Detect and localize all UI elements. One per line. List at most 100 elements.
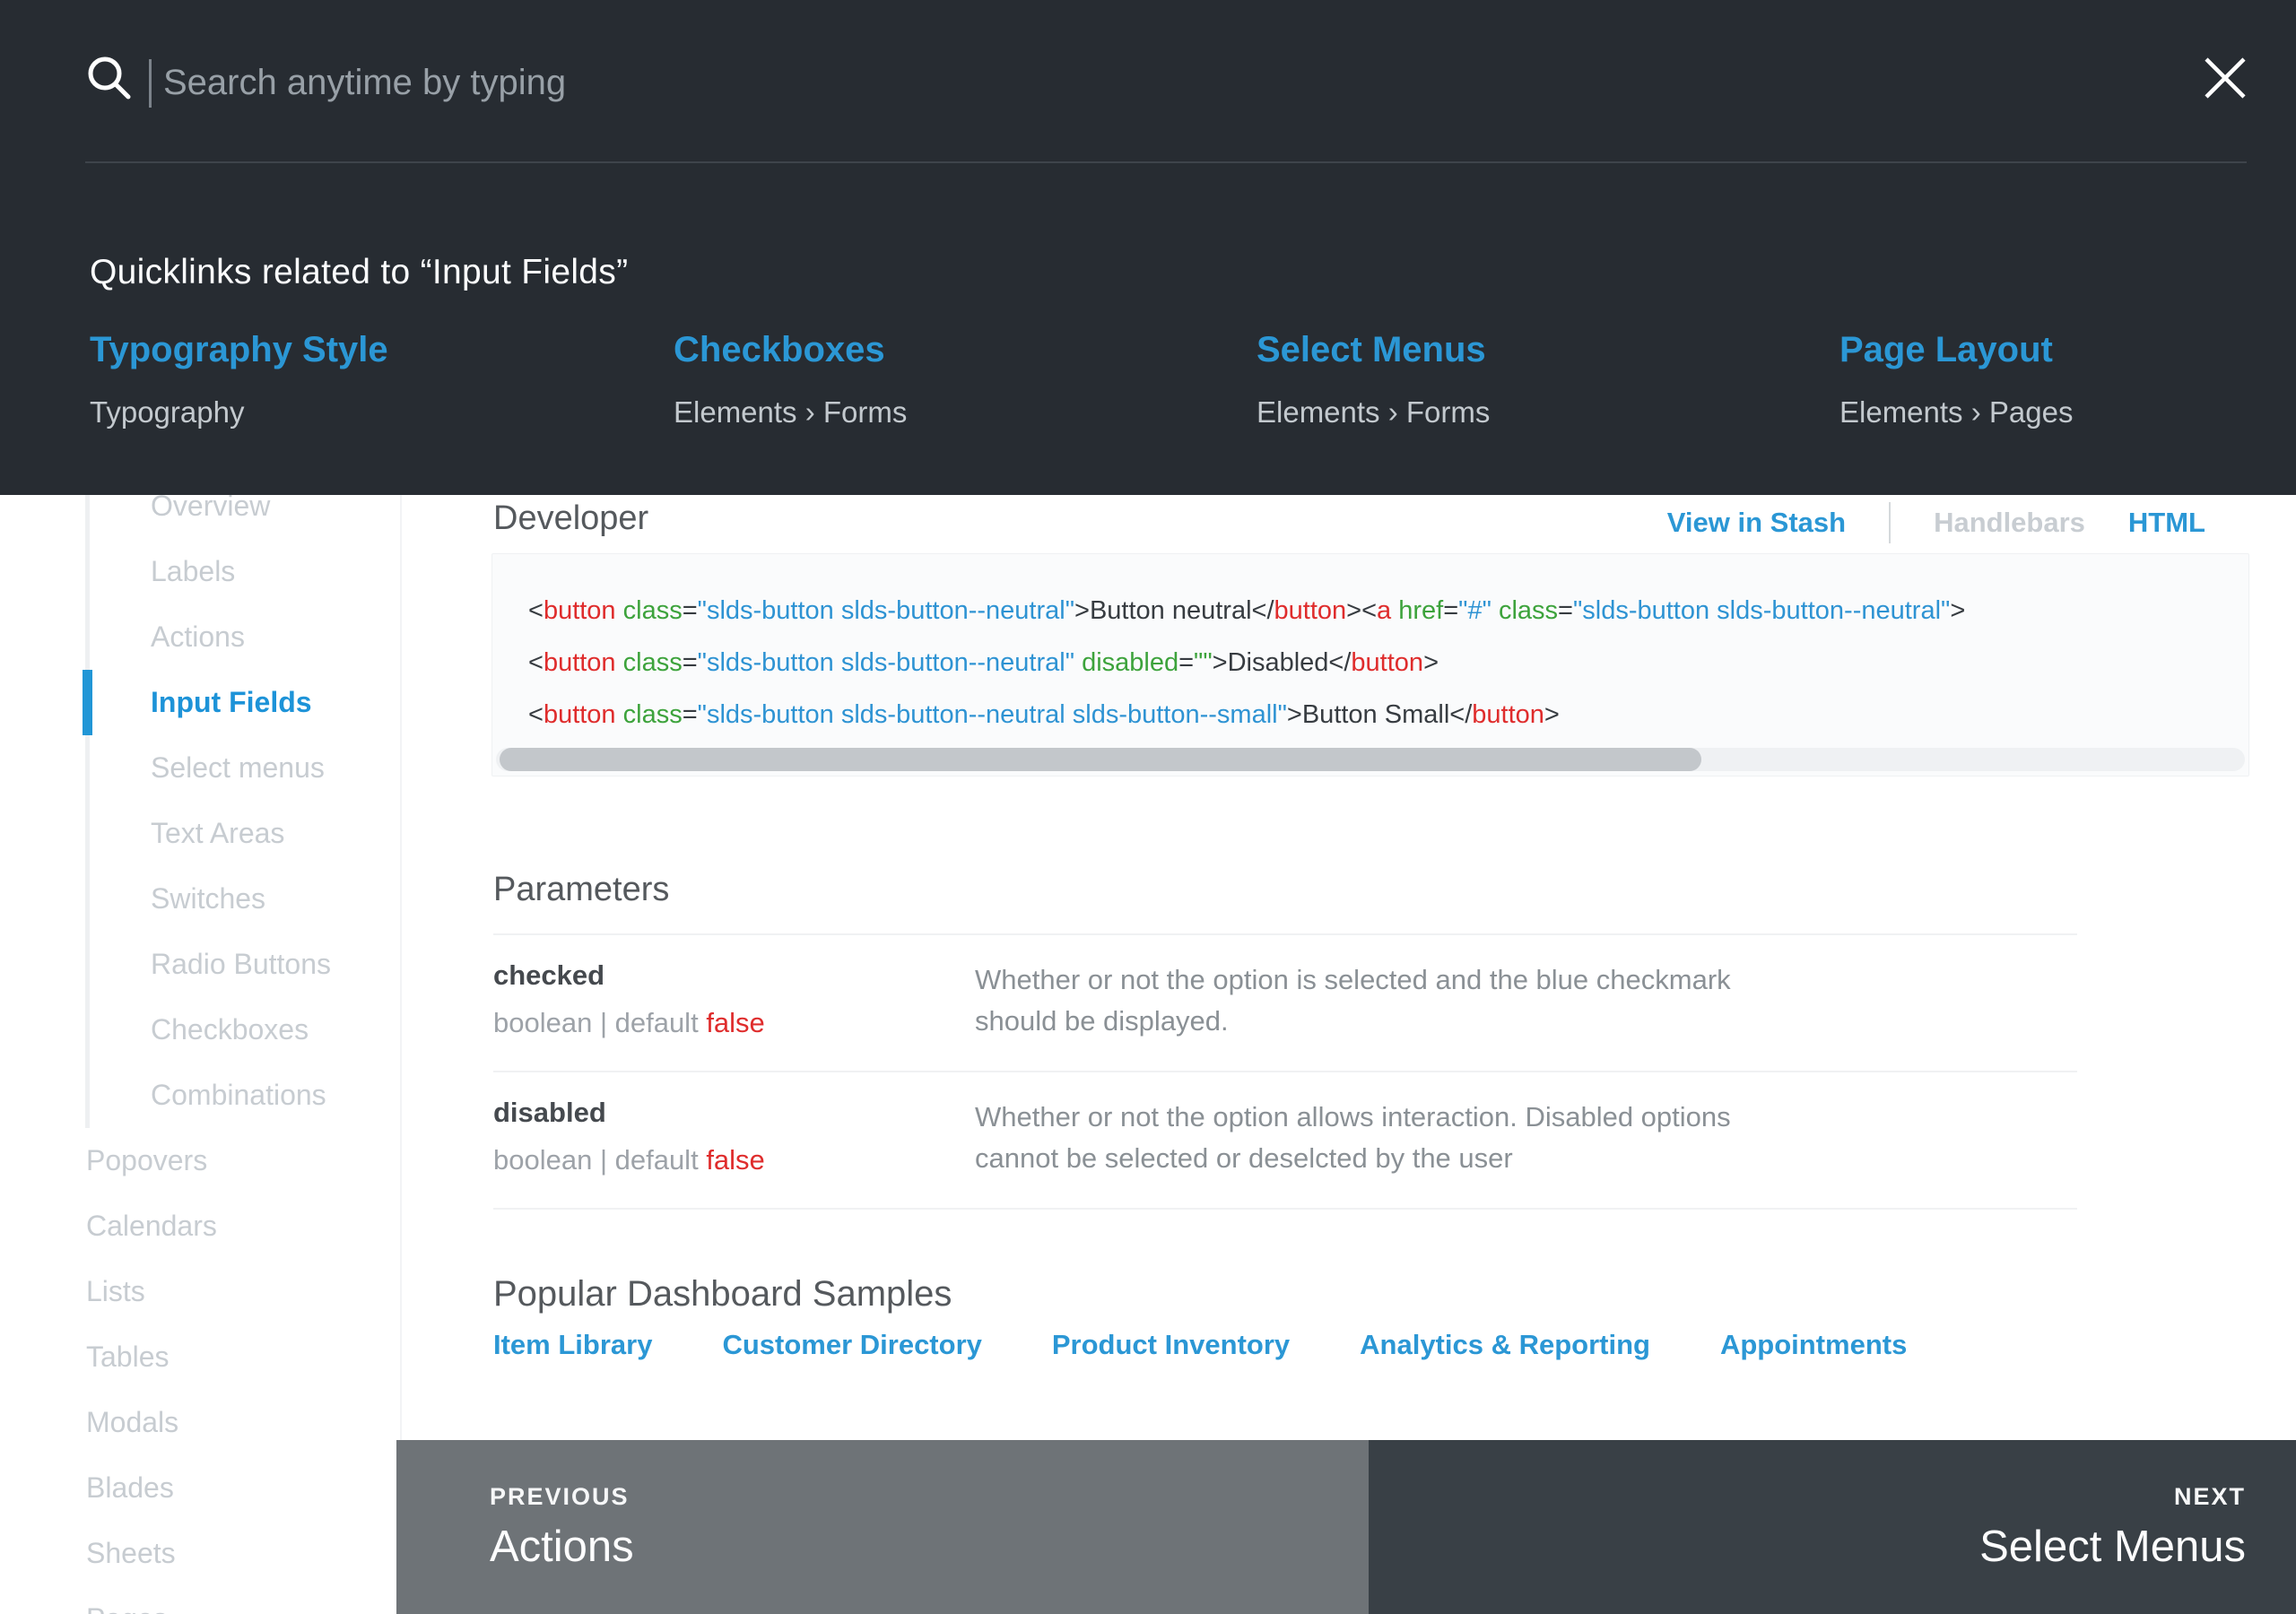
tab-html[interactable]: HTML <box>2128 507 2205 539</box>
code-token: button <box>1472 700 1544 729</box>
quicklink-title[interactable]: Page Layout <box>1839 330 2073 370</box>
code-token: href <box>1398 596 1444 625</box>
quicklink-item[interactable]: Typography Style Typography <box>90 330 388 430</box>
code-token: > <box>1212 648 1228 677</box>
developer-heading: Developer <box>493 499 649 537</box>
code-token: < <box>528 700 544 729</box>
code-token: </ <box>1328 648 1352 677</box>
code-token: < <box>528 596 544 625</box>
code-token: = <box>682 700 698 729</box>
code-scrollbar-thumb[interactable] <box>500 748 1701 771</box>
sidebar-item-pages[interactable]: Pages <box>0 1586 400 1614</box>
code-token: >< <box>1346 596 1378 625</box>
tab-divider <box>1889 502 1892 543</box>
sidebar-item-select-menus[interactable]: Select menus <box>0 735 400 801</box>
sidebar-item-popovers[interactable]: Popovers <box>0 1128 400 1193</box>
code-token: "#" <box>1458 596 1492 625</box>
code-token: > <box>1074 596 1090 625</box>
sidebar-item-actions[interactable]: Actions <box>0 604 400 670</box>
code-token: </ <box>1449 700 1473 729</box>
sample-links: Item Library Customer Directory Product In… <box>493 1329 1907 1361</box>
tab-handlebars[interactable]: Handlebars <box>1934 507 2085 539</box>
code-token: "" <box>1194 648 1213 677</box>
code-token: class <box>622 648 683 677</box>
code-token: button <box>543 596 616 625</box>
quicklink-path: Elements › Forms <box>1257 395 1491 429</box>
code-line: <button class="slds-button slds-button--… <box>528 637 2239 689</box>
code-token: Button neutral <box>1089 596 1252 625</box>
pager-previous[interactable]: PREVIOUS Actions <box>396 1440 1369 1614</box>
quicklink-title[interactable]: Checkboxes <box>674 330 907 370</box>
sidebar-item-labels[interactable]: Labels <box>0 539 400 604</box>
tab-view-in-stash[interactable]: View in Stash <box>1667 507 1846 539</box>
quicklink-path: Elements › Forms <box>674 395 908 429</box>
quicklink-path: Elements › Pages <box>1839 395 2074 429</box>
pager-next-label: NEXT <box>2173 1483 2246 1510</box>
parameter-name: checked <box>493 959 605 991</box>
code-token: > <box>1286 700 1302 729</box>
code-lines: <button class="slds-button slds-button--… <box>528 585 2239 741</box>
screen: Overview Labels Actions Input Fields Select … <box>0 0 2296 1614</box>
sidebar-item-calendars[interactable]: Calendars <box>0 1193 400 1259</box>
quicklinks-heading: Quicklinks related to “Input Fields” <box>90 253 629 291</box>
code-token: = <box>1443 596 1459 625</box>
search-input[interactable] <box>154 47 2047 118</box>
parameter-row: checked boolean | default false Whether or… <box>493 933 2077 1071</box>
parameter-left: disabled boolean | default false <box>493 1097 975 1179</box>
search-icon <box>88 56 131 100</box>
quicklink-item[interactable]: Checkboxes Elements › Forms <box>674 330 907 430</box>
close-icon[interactable] <box>2203 56 2248 100</box>
code-token: Button Small <box>1301 700 1450 729</box>
parameter-default-value: false <box>706 1144 765 1176</box>
code-token: < <box>528 648 544 677</box>
code-token: Disabled <box>1227 648 1329 677</box>
sidebar-item-overview[interactable]: Overview <box>0 495 400 539</box>
quicklink-item[interactable]: Select Menus Elements › Forms <box>1257 330 1490 430</box>
sample-link-product-inventory[interactable]: Product Inventory <box>1052 1329 1290 1361</box>
developer-tabs: View in Stash Handlebars HTML <box>1667 502 2205 543</box>
pager-next-title: Select Menus <box>1979 1523 2246 1571</box>
code-token: > <box>1950 596 1966 625</box>
sample-link-appointments[interactable]: Appointments <box>1720 1329 1907 1361</box>
sidebar-item-sheets[interactable]: Sheets <box>0 1521 400 1586</box>
code-token: = <box>682 596 698 625</box>
code-token: button <box>1274 596 1347 625</box>
quicklink-title[interactable]: Select Menus <box>1257 330 1490 370</box>
pager: PREVIOUS Actions NEXT Select Menus <box>396 1440 2296 1614</box>
code-token: class <box>622 700 683 729</box>
code-token: = <box>1558 596 1573 625</box>
pager-previous-title: Actions <box>490 1523 634 1571</box>
sample-link-analytics-reporting[interactable]: Analytics & Reporting <box>1360 1329 1650 1361</box>
parameter-name: disabled <box>493 1097 606 1128</box>
quicklink-title[interactable]: Typography Style <box>90 330 388 370</box>
sidebar-item-lists[interactable]: Lists <box>0 1259 400 1324</box>
sidebar-item-switches[interactable]: Switches <box>0 866 400 932</box>
sidebar-item-input-fields[interactable]: Input Fields <box>0 670 400 735</box>
code-token: button <box>543 648 616 677</box>
parameter-meta: boolean | default false <box>493 1007 975 1039</box>
sidebar-item-blades[interactable]: Blades <box>0 1455 400 1521</box>
pager-next[interactable]: NEXT Select Menus <box>1369 1440 2296 1614</box>
sidebar-item-text-areas[interactable]: Text Areas <box>0 801 400 866</box>
code-token: button <box>543 700 616 729</box>
sample-link-customer-directory[interactable]: Customer Directory <box>722 1329 981 1361</box>
sidebar-item-modals[interactable]: Modals <box>0 1390 400 1455</box>
sidebar-main-list: Popovers Calendars Lists Tables Modals Blades… <box>0 1128 400 1614</box>
sidebar-item-radio-buttons[interactable]: Radio Buttons <box>0 932 400 997</box>
sample-link-item-library[interactable]: Item Library <box>493 1329 652 1361</box>
parameter-description-line: Whether or not the option allows interac… <box>975 1101 1731 1132</box>
parameter-left: checked boolean | default false <box>493 959 975 1042</box>
code-token: > <box>1544 700 1560 729</box>
sidebar-item-checkboxes[interactable]: Checkboxes <box>0 997 400 1063</box>
sidebar-item-tables[interactable]: Tables <box>0 1324 400 1390</box>
quicklink-item[interactable]: Page Layout Elements › Pages <box>1839 330 2073 430</box>
parameter-meta: boolean | default false <box>493 1144 975 1176</box>
sidebar: Overview Labels Actions Input Fields Select … <box>0 495 402 1614</box>
search-overlay: Quicklinks related to “Input Fields” Typ… <box>0 0 2296 495</box>
sidebar-item-combinations[interactable]: Combinations <box>0 1063 400 1128</box>
text-caret <box>149 59 152 108</box>
